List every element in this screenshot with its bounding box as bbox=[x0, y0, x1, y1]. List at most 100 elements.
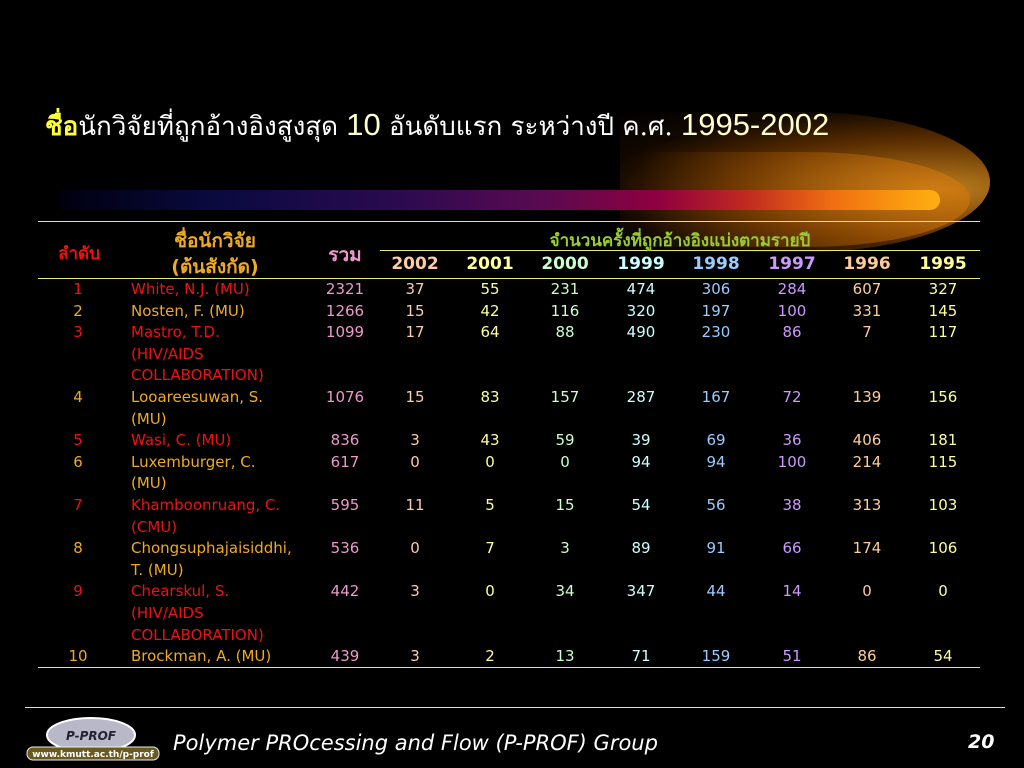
year-value-1999: 287 bbox=[626, 388, 656, 406]
header-year-2002: 2002 bbox=[391, 254, 439, 274]
year-value-1998: 91 bbox=[706, 539, 726, 558]
title-number: 10 bbox=[346, 107, 381, 142]
total-cell: 617 bbox=[330, 452, 360, 471]
rank-cell: 4 bbox=[73, 388, 83, 406]
year-value-2002: 15 bbox=[405, 301, 425, 320]
year-value-1997: 100 bbox=[777, 452, 807, 471]
researcher-name: (HIV/AIDS bbox=[131, 604, 204, 622]
year-value-1995: 106 bbox=[928, 539, 958, 558]
year-value-1996: 139 bbox=[852, 388, 882, 406]
rank-cell: 10 bbox=[68, 647, 88, 666]
total-cell: 439 bbox=[330, 647, 360, 666]
year-value-2002: 0 bbox=[410, 539, 420, 558]
year-value-1996: 607 bbox=[852, 280, 882, 298]
year-value-1996: 86 bbox=[857, 647, 877, 666]
year-value-2001: 0 bbox=[485, 582, 495, 601]
year-value-2001: 42 bbox=[480, 301, 500, 320]
rank-cell: 9 bbox=[73, 582, 83, 601]
researcher-name: Nosten, F. (MU) bbox=[131, 301, 245, 320]
year-value-1999: 71 bbox=[631, 647, 651, 666]
researcher-name: (MU) bbox=[131, 409, 167, 428]
year-value-1997: 38 bbox=[782, 496, 802, 514]
year-value-1996: 7 bbox=[862, 323, 872, 342]
year-value-2001: 7 bbox=[485, 539, 495, 558]
researcher-name: T. (MU) bbox=[131, 560, 184, 579]
year-value-1998: 69 bbox=[706, 431, 726, 450]
year-value-1998: 44 bbox=[706, 582, 726, 601]
total-cell: 595 bbox=[330, 496, 360, 514]
slide-title: ชื่อนักวิจัยที่ถูกอ้างอิงสูงสุด 10 อันดั… bbox=[45, 106, 829, 147]
researcher-name: Luxemburger, C. bbox=[131, 452, 256, 471]
title-years: 1995-2002 bbox=[680, 107, 830, 142]
year-value-1996: 214 bbox=[852, 452, 882, 471]
year-value-1995: 103 bbox=[928, 496, 958, 514]
total-cell: 536 bbox=[330, 539, 360, 558]
researcher-name: Mastro, T.D. bbox=[131, 323, 220, 342]
rank-cell: 7 bbox=[73, 496, 83, 514]
researcher-name: Brockman, A. (MU) bbox=[131, 647, 272, 666]
year-value-1995: 115 bbox=[928, 452, 958, 471]
decorative-gradient-bar bbox=[60, 190, 940, 210]
year-value-1998: 56 bbox=[706, 496, 726, 514]
year-value-1997: 284 bbox=[777, 280, 807, 298]
year-value-2001: 2 bbox=[485, 647, 495, 666]
header-total: รวม bbox=[328, 244, 362, 266]
total-cell: 1266 bbox=[325, 301, 365, 320]
year-value-2000: 88 bbox=[555, 323, 575, 342]
year-value-1999: 347 bbox=[626, 582, 656, 601]
svg-text:P-PROF: P-PROF bbox=[66, 729, 117, 743]
header-year-1999: 1999 bbox=[617, 254, 665, 274]
header-year-1998: 1998 bbox=[692, 254, 740, 274]
year-value-2000: 59 bbox=[555, 431, 575, 450]
researcher-name: Wasi, C. (MU) bbox=[131, 431, 232, 450]
year-value-1999: 54 bbox=[631, 496, 651, 514]
header-year-1995: 1995 bbox=[919, 254, 967, 274]
year-value-1995: 145 bbox=[928, 301, 958, 320]
year-value-1999: 39 bbox=[631, 431, 651, 450]
year-value-1997: 14 bbox=[782, 582, 802, 601]
year-value-2001: 43 bbox=[480, 431, 500, 450]
year-value-2002: 37 bbox=[405, 280, 425, 298]
researcher-name: (MU) bbox=[131, 474, 167, 493]
rank-cell: 3 bbox=[73, 323, 83, 342]
rank-cell: 2 bbox=[73, 301, 83, 320]
year-value-1996: 313 bbox=[852, 496, 882, 514]
year-value-2000: 231 bbox=[550, 280, 580, 298]
year-value-1995: 54 bbox=[933, 647, 953, 666]
year-value-2002: 17 bbox=[405, 323, 425, 342]
researcher-name: White, N.J. (MU) bbox=[131, 280, 250, 298]
year-value-1996: 406 bbox=[852, 431, 882, 450]
year-value-1995: 117 bbox=[928, 323, 958, 342]
year-value-2000: 116 bbox=[550, 301, 580, 320]
researcher-name: COLLABORATION) bbox=[131, 366, 264, 385]
researcher-name: Chongsuphajaisiddhi, bbox=[131, 539, 292, 558]
year-value-2002: 0 bbox=[410, 452, 420, 471]
title-part1: นักวิจัยที่ถูกอ้างอิงสูงสุด bbox=[78, 112, 347, 142]
rank-cell: 6 bbox=[73, 452, 83, 471]
header-yearly-group: จำนวนครั้งที่ถูกอ้างอิงแบ่งตามรายปี bbox=[549, 231, 811, 251]
year-value-1997: 72 bbox=[782, 388, 802, 406]
researcher-name: (HIV/AIDS bbox=[131, 344, 204, 363]
year-value-1995: 0 bbox=[938, 582, 948, 601]
year-value-1997: 100 bbox=[777, 301, 807, 320]
year-value-1997: 86 bbox=[782, 323, 802, 342]
year-value-2002: 15 bbox=[405, 388, 425, 406]
researcher-name: COLLABORATION) bbox=[131, 625, 264, 644]
total-cell: 442 bbox=[330, 582, 360, 601]
year-value-1995: 327 bbox=[928, 280, 958, 298]
total-cell: 2321 bbox=[325, 280, 365, 298]
year-value-1996: 331 bbox=[852, 301, 882, 320]
title-part2: อันดับแรก ระหว่างปี ค.ศ. bbox=[380, 112, 681, 142]
rank-cell: 8 bbox=[73, 539, 83, 558]
total-cell: 1076 bbox=[325, 388, 365, 406]
year-value-1999: 94 bbox=[631, 452, 651, 471]
year-value-1997: 51 bbox=[782, 647, 802, 666]
year-value-2000: 0 bbox=[560, 452, 570, 471]
year-value-1998: 197 bbox=[701, 301, 731, 320]
year-value-1998: 94 bbox=[706, 452, 726, 471]
researcher-name: (CMU) bbox=[131, 517, 178, 536]
year-value-2001: 0 bbox=[485, 452, 495, 471]
total-cell: 836 bbox=[330, 431, 360, 450]
title-highlight: ชื่อ bbox=[45, 112, 79, 142]
year-value-1999: 320 bbox=[626, 301, 656, 320]
